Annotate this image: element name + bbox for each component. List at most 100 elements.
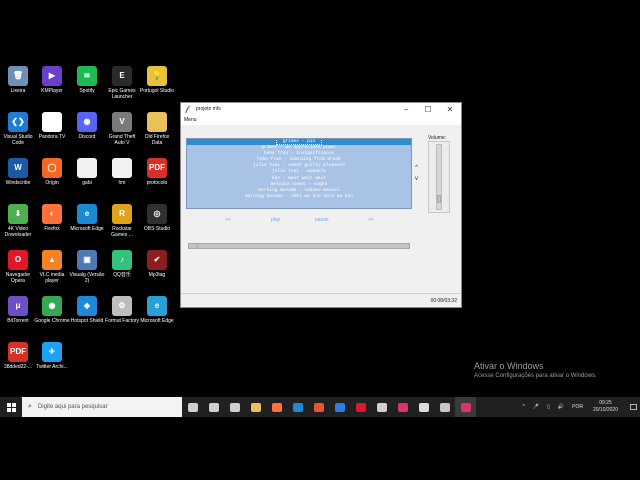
previous-button[interactable]: << [225, 217, 231, 223]
window-titlebar[interactable]: projeto mfs – ☐ ✕ [181, 103, 461, 115]
desktop-shortcut[interactable]: ◈ Hotspot Shield [69, 296, 105, 325]
desktop-shortcut[interactable]: ≋ Spotify [69, 66, 105, 95]
visualg-icon: ▣ [77, 250, 97, 270]
desktop-shortcut-label: Rockstar Games ... [111, 226, 133, 238]
playlist-item[interactable]: morning musume - ikkl wa koo sore wa koo [187, 194, 411, 200]
desktop-shortcut[interactable]: ⬇ 4K Video Downloader [0, 204, 36, 239]
task-view-icon [208, 402, 219, 412]
desktop-shortcut[interactable]: ▣ Visualg (Versão 2) [69, 250, 105, 285]
network-icon[interactable]: ▯ [547, 404, 550, 410]
taskbar-app-button[interactable] [434, 397, 455, 417]
desktop-shortcut[interactable]: O Navegador Opera [0, 250, 36, 285]
desktop-shortcut-label: Twitter Archi... [36, 364, 68, 370]
desktop-shortcut[interactable]: W Windscribe [0, 158, 36, 187]
taskbar-app-button[interactable] [308, 397, 329, 417]
desktop-shortcut[interactable]: ♪ QQ音乐 [104, 250, 140, 279]
desktop-shortcut[interactable]: ◉ Discord [69, 112, 105, 141]
desktop-shortcut[interactable]: ⚙ Formut Factory [104, 296, 140, 325]
tray-expand-icon[interactable]: ^ [523, 404, 525, 410]
start-button[interactable] [0, 397, 22, 417]
desktop-shortcut[interactable]: 🗑 Lixeira [0, 66, 36, 95]
desktop-shortcut-label: Hotspot Shield [70, 318, 104, 324]
desktop-shortcut[interactable]: ◯ Origin [34, 158, 70, 187]
desktop-shortcut[interactable]: hm [104, 158, 140, 187]
taskbar: ⌕ Digite aqui para pesquisar ^ 🎤 ▯ 🔊 POR… [0, 397, 640, 417]
qq-music-icon: ♪ [112, 250, 132, 270]
desktop-shortcut-label: 4K Video Downloader [4, 226, 32, 238]
desktop-shortcut-label: Origin [45, 180, 59, 186]
scroll-up-icon[interactable]: ^ [414, 163, 419, 174]
edge-new-icon: e [147, 296, 167, 316]
taskbar-app-button[interactable] [203, 397, 224, 417]
desktop-shortcut[interactable]: e Microsoft Edge [139, 296, 175, 325]
playlist-listbox[interactable]: grimes - pin grimes - we appreciate power… [186, 138, 412, 209]
desktop-shortcut[interactable]: gabi [69, 158, 105, 187]
volume-slider-handle[interactable] [437, 195, 441, 204]
desktop-shortcut[interactable]: ▲ VLC media player [34, 250, 70, 285]
pdf-app-icon [460, 402, 471, 412]
folder-icon [147, 112, 167, 132]
spotify-icon: ≋ [77, 66, 97, 86]
desktop-shortcut[interactable]: ◎ OBS Studio [139, 204, 175, 233]
volume-slider[interactable] [436, 144, 442, 210]
desktop-shortcut[interactable]: ❮❯ Visual Studio Code [0, 112, 36, 147]
desktop-shortcut[interactable]: V Grand Theft Auto V [104, 112, 140, 147]
desktop-shortcut[interactable]: ✔ Mp3tag [139, 250, 175, 279]
pause-button[interactable]: pause [315, 217, 329, 223]
file-icon [112, 158, 132, 178]
desktop-shortcut[interactable]: ▶ KMPlayer [34, 66, 70, 95]
vscode-icon: ❮❯ [8, 112, 28, 132]
firefox-icon [271, 402, 282, 412]
taskbar-app-button[interactable] [413, 397, 434, 417]
hotspot-shield-icon: ◈ [77, 296, 97, 316]
progress-slider[interactable]: ||| [188, 243, 410, 249]
maximize-button[interactable]: ☐ [417, 103, 439, 115]
close-button[interactable]: ✕ [439, 103, 461, 115]
desktop-shortcut-label: Grand Theft Auto V [108, 134, 136, 146]
menu-button[interactable]: Menu [184, 117, 197, 123]
desktop-shortcut[interactable]: ◉ Google Chrome [34, 296, 70, 325]
desktop-shortcut[interactable]: Old Firefox Data [139, 112, 175, 147]
desktop-shortcut[interactable]: ◐ Firefox [34, 204, 70, 233]
menubar: Menu [181, 115, 461, 125]
next-button[interactable]: >> [368, 217, 374, 223]
taskbar-app-button[interactable] [455, 397, 476, 417]
settings-icon [376, 402, 387, 412]
desktop-shortcut[interactable]: Pandora TV [34, 112, 70, 141]
taskbar-app-button[interactable] [287, 397, 308, 417]
taskbar-search-box[interactable]: ⌕ Digite aqui para pesquisar [22, 397, 182, 417]
desktop-shortcut[interactable]: μ BitTorrent [0, 296, 36, 325]
taskbar-app-button[interactable] [371, 397, 392, 417]
taskbar-app-button[interactable] [329, 397, 350, 417]
obs-icon: ◎ [147, 204, 167, 224]
clock[interactable]: 09:25 20/10/2020 [593, 400, 618, 414]
taskbar-app-button[interactable] [266, 397, 287, 417]
language-indicator[interactable]: POR [572, 404, 583, 410]
minimize-button[interactable]: – [395, 103, 417, 115]
desktop-shortcut[interactable]: E Epic Games Launcher [104, 66, 140, 101]
volume-icon[interactable]: 🔊 [558, 404, 564, 410]
scroll-down-icon[interactable]: v [414, 174, 419, 185]
taskbar-app-button[interactable] [392, 397, 413, 417]
desktop-shortcut[interactable]: R Rockstar Games ... [104, 204, 140, 239]
feather-icon [184, 105, 192, 113]
lightbulb-icon: 💡 [147, 66, 167, 86]
taskbar-app-button[interactable] [245, 397, 266, 417]
desktop-shortcut[interactable]: ✈ Twitter Archi... [34, 342, 70, 371]
play-button[interactable]: play [271, 217, 280, 223]
taskbar-app-button[interactable] [182, 397, 203, 417]
notification-button[interactable] [626, 397, 640, 417]
chrome-icon: ◉ [42, 296, 62, 316]
desktop-shortcut[interactable]: PDF protocolo [139, 158, 175, 187]
playlist-item-label: hobo fran - learning from drunk [257, 157, 341, 163]
playlist-scrollbar[interactable]: ^ v [414, 163, 419, 185]
desktop-shortcut[interactable]: e Microsoft Edge [69, 204, 105, 233]
progress-handle[interactable]: ||| [196, 244, 199, 248]
taskbar-app-button[interactable] [350, 397, 371, 417]
time-display: 00:08/03:32 [430, 298, 457, 304]
desktop-shortcut[interactable]: 💡 Portugol Studio [139, 66, 175, 95]
desktop-shortcut-label: Windscribe [5, 180, 31, 186]
desktop-shortcut[interactable]: PDF 38dded22-... [0, 342, 36, 371]
taskbar-app-button[interactable] [224, 397, 245, 417]
microphone-icon[interactable]: 🎤 [533, 404, 539, 410]
